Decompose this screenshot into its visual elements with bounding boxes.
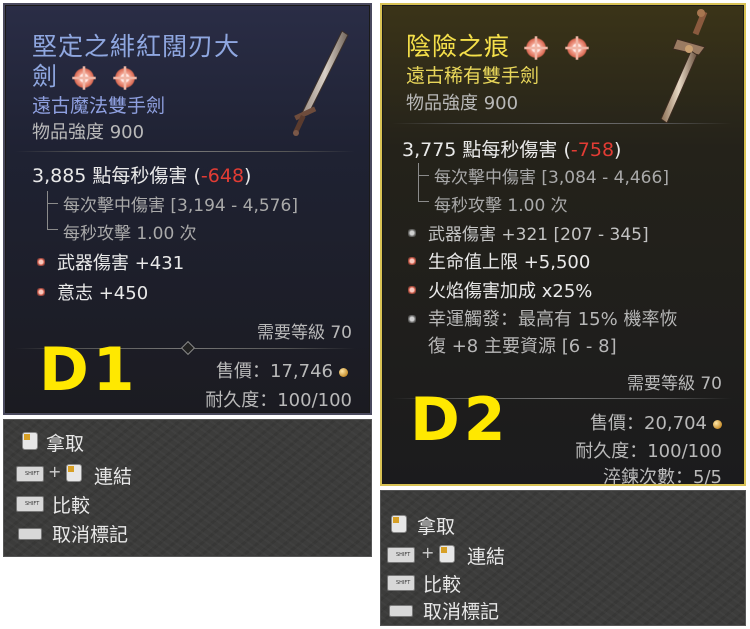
greater-affix-star-icon — [113, 66, 137, 90]
item-actions-d2: 拿取 + 連結 比較 取消標記 — [380, 490, 746, 626]
implicit-bullet-icon — [408, 229, 416, 237]
plus-sign: + — [421, 543, 435, 562]
shift-key-icon — [16, 466, 44, 482]
dps-difference: -648 — [200, 165, 245, 187]
greater-affix-star-icon — [524, 36, 548, 60]
mouse-left-click-icon — [66, 464, 82, 482]
action-unmark[interactable]: 取消標記 — [52, 520, 128, 547]
sell-price: 售價：20,704 — [590, 409, 722, 435]
handwritten-label-d2: D2 — [410, 385, 510, 455]
aspect-line1: 幸運觸發：最高有 15% 機率恢 — [428, 309, 678, 330]
action-compare[interactable]: 比較 — [423, 570, 461, 597]
gold-coin-icon — [713, 419, 722, 429]
item-name: 陰險之痕 — [406, 27, 589, 63]
action-link[interactable]: 連結 — [94, 462, 132, 489]
space-key-icon — [18, 528, 42, 540]
action-link[interactable]: 連結 — [467, 542, 505, 569]
attack-speed: 每秒攻擊 1.00 次 — [434, 196, 568, 216]
action-unmark[interactable]: 取消標記 — [423, 597, 499, 624]
aspect-bullet-icon — [408, 315, 416, 323]
two-handed-sword-icon — [293, 30, 349, 136]
dps-line: 3,885 點每秒傷害 (-648) — [32, 165, 252, 187]
tree-connector — [418, 175, 429, 202]
divider — [392, 123, 732, 124]
item-tooltip-d1: 堅定之緋紅闊刃大 劍 遠古魔法雙手劍 物品強度 900 3,885 點每秒傷害 … — [3, 3, 372, 415]
item-actions-d1: 拿取 + 連結 比較 取消標記 — [3, 419, 372, 557]
affix-fire-damage: 火焰傷害加成 x25% — [428, 281, 593, 302]
affix-willpower: 意志 +450 — [57, 283, 149, 304]
damage-per-hit: 每次擊中傷害 [3,084 - 4,466] — [434, 168, 669, 188]
action-compare[interactable]: 比較 — [52, 491, 90, 518]
affix-bullet-icon — [37, 258, 45, 266]
required-level: 需要等級 70 — [626, 374, 722, 394]
mouse-left-click-icon — [22, 432, 38, 450]
durability: 耐久度：100/100 — [205, 390, 352, 411]
required-level: 需要等級 70 — [256, 323, 352, 343]
damage-per-hit: 每次擊中傷害 [3,194 - 4,576] — [63, 196, 298, 216]
mouse-left-click-icon — [391, 515, 407, 533]
durability: 耐久度：100/100 — [575, 441, 722, 462]
affix-bullet-icon — [408, 286, 416, 294]
item-type: 遠古魔法雙手劍 — [32, 95, 166, 117]
item-type: 遠古稀有雙手劍 — [406, 65, 540, 87]
plus-sign: + — [48, 462, 62, 481]
temper-count: 淬鍊次數：5/5 — [603, 467, 722, 488]
shift-key-icon — [387, 575, 415, 591]
divider — [15, 151, 355, 152]
aspect-line2: 復 +8 主要資源 [6 - 8] — [428, 336, 617, 357]
two-handed-sword-icon — [660, 9, 708, 124]
item-tooltip-d2: 陰險之痕 遠古稀有雙手劍 物品強度 900 3,775 點每秒傷害 (-758)… — [380, 3, 746, 488]
tree-connector — [47, 203, 58, 230]
action-pickup[interactable]: 拿取 — [417, 512, 455, 539]
shift-key-icon — [16, 496, 44, 512]
sell-price: 售價：17,746 — [216, 357, 348, 383]
attack-speed: 每秒攻擊 1.00 次 — [63, 224, 197, 244]
action-pickup[interactable]: 拿取 — [46, 429, 84, 456]
space-key-icon — [389, 605, 413, 617]
item-power: 物品強度 900 — [32, 122, 145, 143]
greater-affix-star-icon — [72, 66, 96, 90]
item-name-line2: 劍 — [32, 57, 137, 93]
affix-weapon-damage: 武器傷害 +431 — [57, 253, 185, 274]
dps-difference: -758 — [570, 139, 615, 161]
affix-bullet-icon — [408, 257, 416, 265]
dps-line: 3,775 點每秒傷害 (-758) — [402, 139, 622, 161]
affix-bullet-icon — [37, 288, 45, 296]
divider-ornament — [180, 340, 196, 356]
gold-coin-icon — [339, 367, 348, 377]
item-power: 物品強度 900 — [406, 93, 519, 114]
handwritten-label-d1: D1 — [39, 335, 139, 405]
mouse-left-click-icon — [439, 545, 455, 563]
shift-key-icon — [387, 547, 415, 563]
affix-max-life: 生命值上限 +5,500 — [428, 252, 591, 273]
implicit-weapon-damage: 武器傷害 +321 [207 - 345] — [428, 225, 649, 245]
greater-affix-star-icon — [565, 36, 589, 60]
